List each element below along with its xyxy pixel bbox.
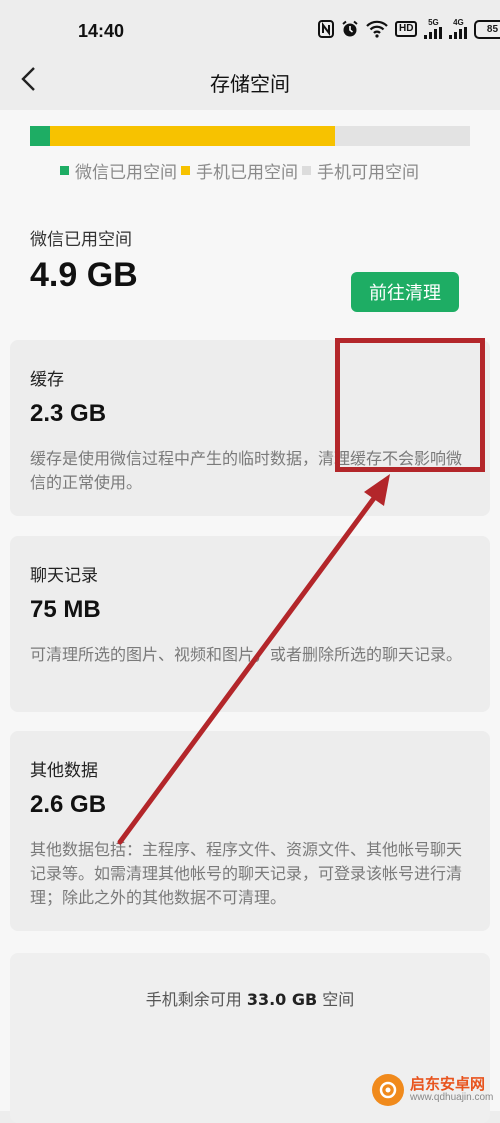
wechat-used-label: 微信已用空间 <box>30 230 132 250</box>
nfc-icon <box>318 20 334 38</box>
chat-history-card[interactable]: 聊天记录 75 MB 可清理所选的图片、视频和图片，或者删除所选的聊天记录。 <box>10 536 490 712</box>
status-icons: HD 5G 4G 85 <box>318 19 500 39</box>
legend-swatch-wechat <box>60 166 69 175</box>
legend-label-phone-free: 手机可用空间 <box>317 163 419 183</box>
free-space-text: 手机剩余可用 33.0 GB 空间 <box>10 986 490 1010</box>
legend-label-wechat: 微信已用空间 <box>75 163 177 183</box>
signal-1-label: 5G <box>428 18 439 27</box>
status-time: 14:40 <box>78 21 125 41</box>
chat-history-label: 聊天记录 <box>30 566 98 586</box>
cache-value: 2.3 GB <box>30 400 107 427</box>
page-title: 存储空间 <box>210 72 290 96</box>
storage-bar-phone-free <box>335 126 470 146</box>
other-data-value: 2.6 GB <box>30 791 107 818</box>
alarm-icon <box>341 20 359 38</box>
storage-bar-wechat <box>30 126 50 146</box>
watermark-name: 启东安卓网 <box>410 1075 486 1093</box>
legend-swatch-phone-used <box>181 166 190 175</box>
storage-bar <box>30 126 470 146</box>
nav-bar: 存储空间 <box>0 56 500 108</box>
chat-history-description: 可清理所选的图片、视频和图片，或者删除所选的聊天记录。 <box>30 645 463 664</box>
free-space-amount: 33.0 GB <box>246 990 318 1009</box>
storage-bar-phone-used <box>50 126 335 146</box>
legend-label-phone-used: 手机已用空间 <box>196 163 298 183</box>
battery-icon: 85 <box>474 19 500 39</box>
watermark-text: 启东安卓网 www.qdhuajin.com <box>410 1076 493 1104</box>
cache-label: 缓存 <box>30 370 64 390</box>
hd-icon: HD <box>395 21 418 37</box>
legend-swatch-phone-free <box>302 166 311 175</box>
annotation-highlight-box <box>335 338 485 472</box>
watermark-logo-icon <box>372 1074 404 1106</box>
status-bar: 14:40 HD 5G 4G 85 <box>0 0 500 56</box>
signal-icon-2: 4G <box>449 18 468 39</box>
free-space-prefix: 手机剩余可用 <box>145 990 242 1009</box>
storage-legend: 微信已用空间 手机已用空间 手机可用空间 <box>60 158 423 183</box>
other-data-card: 其他数据 2.6 GB 其他数据包括：主程序、程序文件、资源文件、其他帐号聊天记… <box>10 731 490 931</box>
legend-item-phone-used: 手机已用空间 <box>181 158 298 183</box>
wifi-icon <box>366 20 388 38</box>
other-data-description: 其他数据包括：主程序、程序文件、资源文件、其他帐号聊天记录等。如需清理其他帐号的… <box>30 840 463 907</box>
legend-item-phone-free: 手机可用空间 <box>302 158 419 183</box>
free-space-suffix: 空间 <box>322 990 355 1009</box>
wechat-used-value: 4.9 GB <box>30 256 138 294</box>
signal-icon-1: 5G <box>424 18 443 39</box>
watermark: 启东安卓网 www.qdhuajin.com <box>372 1074 493 1106</box>
legend-item-wechat: 微信已用空间 <box>60 158 177 183</box>
watermark-url: www.qdhuajin.com <box>410 1092 494 1103</box>
signal-2-label: 4G <box>453 18 464 27</box>
clean-cache-button[interactable]: 前往清理 <box>351 272 459 312</box>
chat-history-value: 75 MB <box>30 596 101 623</box>
battery-level: 85 <box>474 19 500 39</box>
other-data-label: 其他数据 <box>30 761 98 781</box>
